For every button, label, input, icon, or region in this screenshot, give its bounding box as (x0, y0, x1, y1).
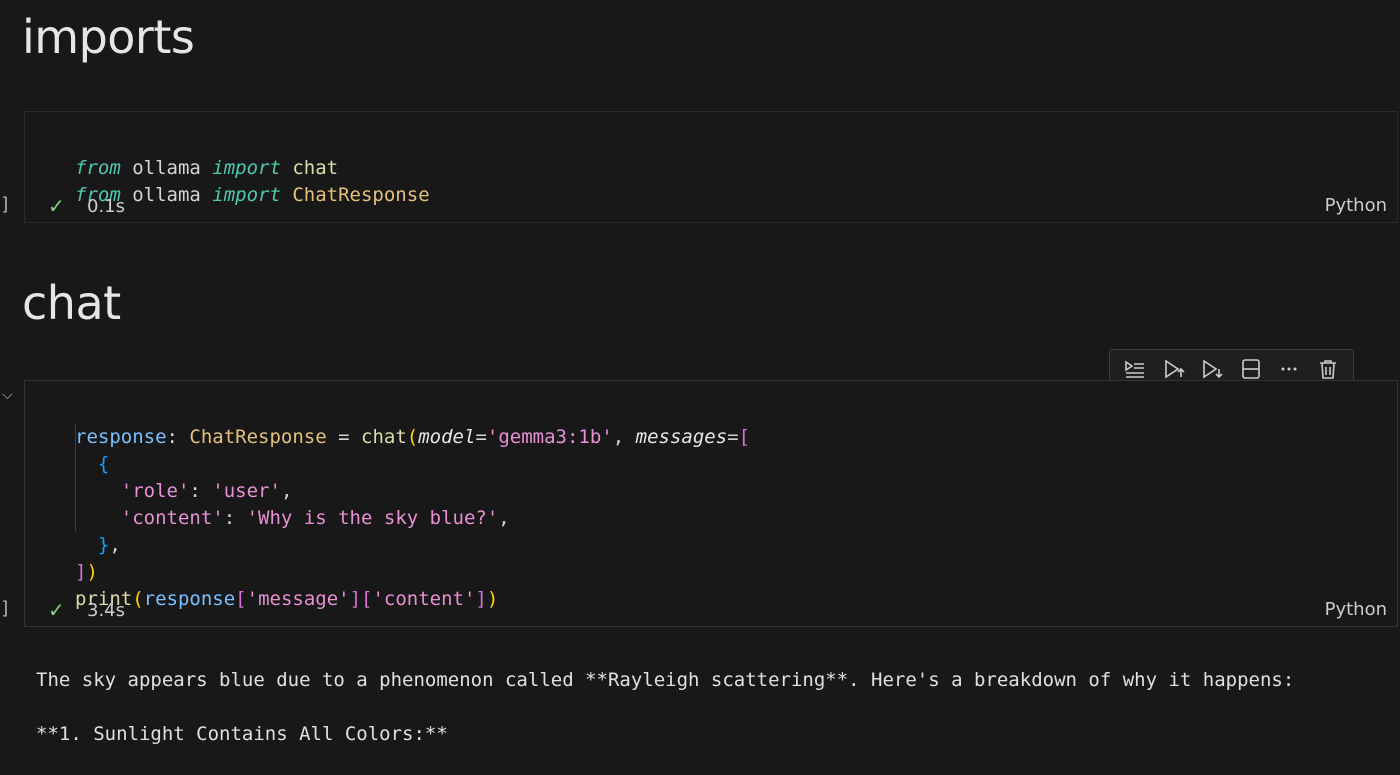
code-token: 'gemma3:1b' (486, 426, 613, 448)
code-token: 'Why is the sky blue?' (246, 507, 499, 529)
cell-status: ✓ 3.4s (24, 598, 324, 624)
markdown-heading-imports: imports (22, 10, 195, 64)
output-line-empty (36, 694, 1294, 721)
code-token: : (189, 480, 213, 502)
code-token: : (166, 426, 190, 448)
code-token: ollama (120, 157, 213, 179)
code-token: from (75, 157, 121, 179)
cell-execution-bracket: ] (0, 598, 11, 619)
check-icon: ✓ (48, 598, 65, 622)
cell-language-button[interactable]: Python (1325, 599, 1387, 620)
execution-time: 0.1s (87, 196, 126, 217)
cell-language-button[interactable]: Python (1325, 195, 1387, 216)
code-token: messages (635, 426, 728, 448)
code-token: , (109, 534, 121, 556)
code-token: : (223, 507, 247, 529)
code-token: import (212, 157, 281, 179)
code-token: model (418, 426, 476, 448)
code-token: = (326, 426, 362, 448)
cell-status: ✓ 0.1s (24, 194, 324, 220)
code-token: , (280, 480, 293, 502)
code-token: = (475, 426, 487, 448)
output-line: **1. Sunlight Contains All Colors:** (36, 723, 448, 745)
collapse-chevron-icon[interactable]: ⌵ (2, 387, 13, 403)
output-line: The sky appears blue due to a phenomenon… (36, 669, 1295, 691)
code-token: 'content' (372, 588, 476, 610)
cell-execution-bracket: ] (0, 194, 11, 215)
code-token: chat (280, 157, 339, 179)
code-token: ChatResponse (189, 426, 327, 448)
code-token: response (75, 426, 167, 448)
markdown-heading-chat: chat (22, 276, 121, 330)
code-token: 'content' (120, 507, 224, 529)
code-token: chat (361, 426, 407, 448)
code-token: 'user' (212, 480, 281, 502)
check-icon: ✓ (48, 194, 65, 218)
code-token: 'role' (120, 480, 190, 502)
execution-time: 3.4s (87, 600, 126, 621)
cell-output: The sky appears blue due to a phenomenon… (36, 640, 1294, 775)
code-token: = (727, 426, 739, 448)
code-token: , (498, 507, 510, 529)
code-token: , (612, 426, 636, 448)
